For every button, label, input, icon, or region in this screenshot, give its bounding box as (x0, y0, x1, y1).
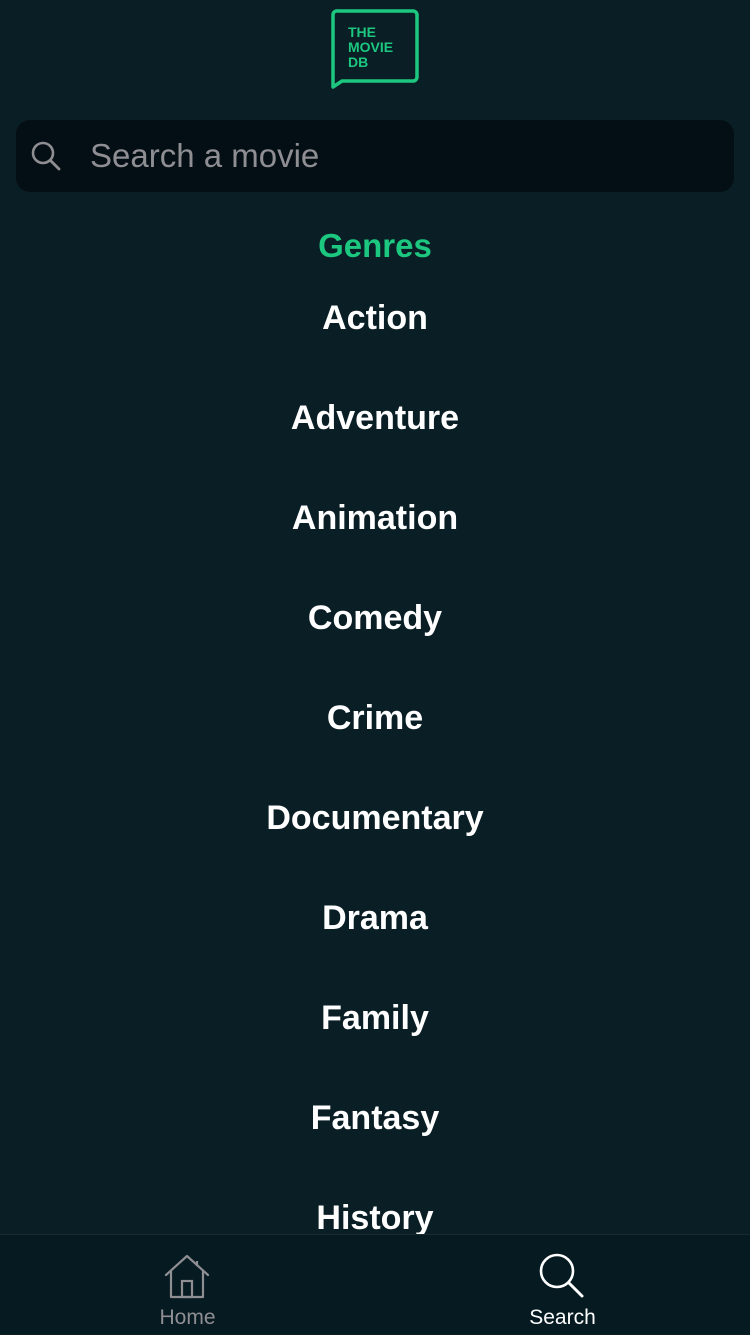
search-icon (31, 141, 61, 171)
logo-text-line3: DB (348, 54, 368, 70)
genre-item-comedy[interactable]: Comedy (0, 594, 750, 694)
genre-item-animation[interactable]: Animation (0, 494, 750, 594)
search-input[interactable] (90, 120, 710, 192)
genre-item-action[interactable]: Action (0, 294, 750, 394)
genre-item-history[interactable]: History (0, 1194, 750, 1234)
search-icon (539, 1253, 584, 1298)
genre-item-drama[interactable]: Drama (0, 894, 750, 994)
tab-bar: Home Search (0, 1234, 750, 1334)
search-bar[interactable] (16, 120, 734, 192)
genre-item-crime[interactable]: Crime (0, 694, 750, 794)
genre-item-fantasy[interactable]: Fantasy (0, 1094, 750, 1194)
logo-text-line1: THE (348, 24, 376, 40)
tab-search-label: Search (529, 1306, 596, 1329)
home-icon (164, 1254, 210, 1299)
genre-list: Action Adventure Animation Comedy Crime … (0, 294, 750, 1234)
genre-item-documentary[interactable]: Documentary (0, 794, 750, 894)
logo-text-line2: MOVIE (348, 39, 393, 55)
tab-home-label: Home (159, 1306, 216, 1329)
tmdb-logo: THE MOVIE DB (331, 9, 419, 89)
genre-item-adventure[interactable]: Adventure (0, 394, 750, 494)
genres-heading: Genres (318, 227, 432, 264)
genre-item-family[interactable]: Family (0, 994, 750, 1094)
tab-search[interactable]: Search (375, 1235, 750, 1335)
tab-home[interactable]: Home (0, 1235, 375, 1335)
